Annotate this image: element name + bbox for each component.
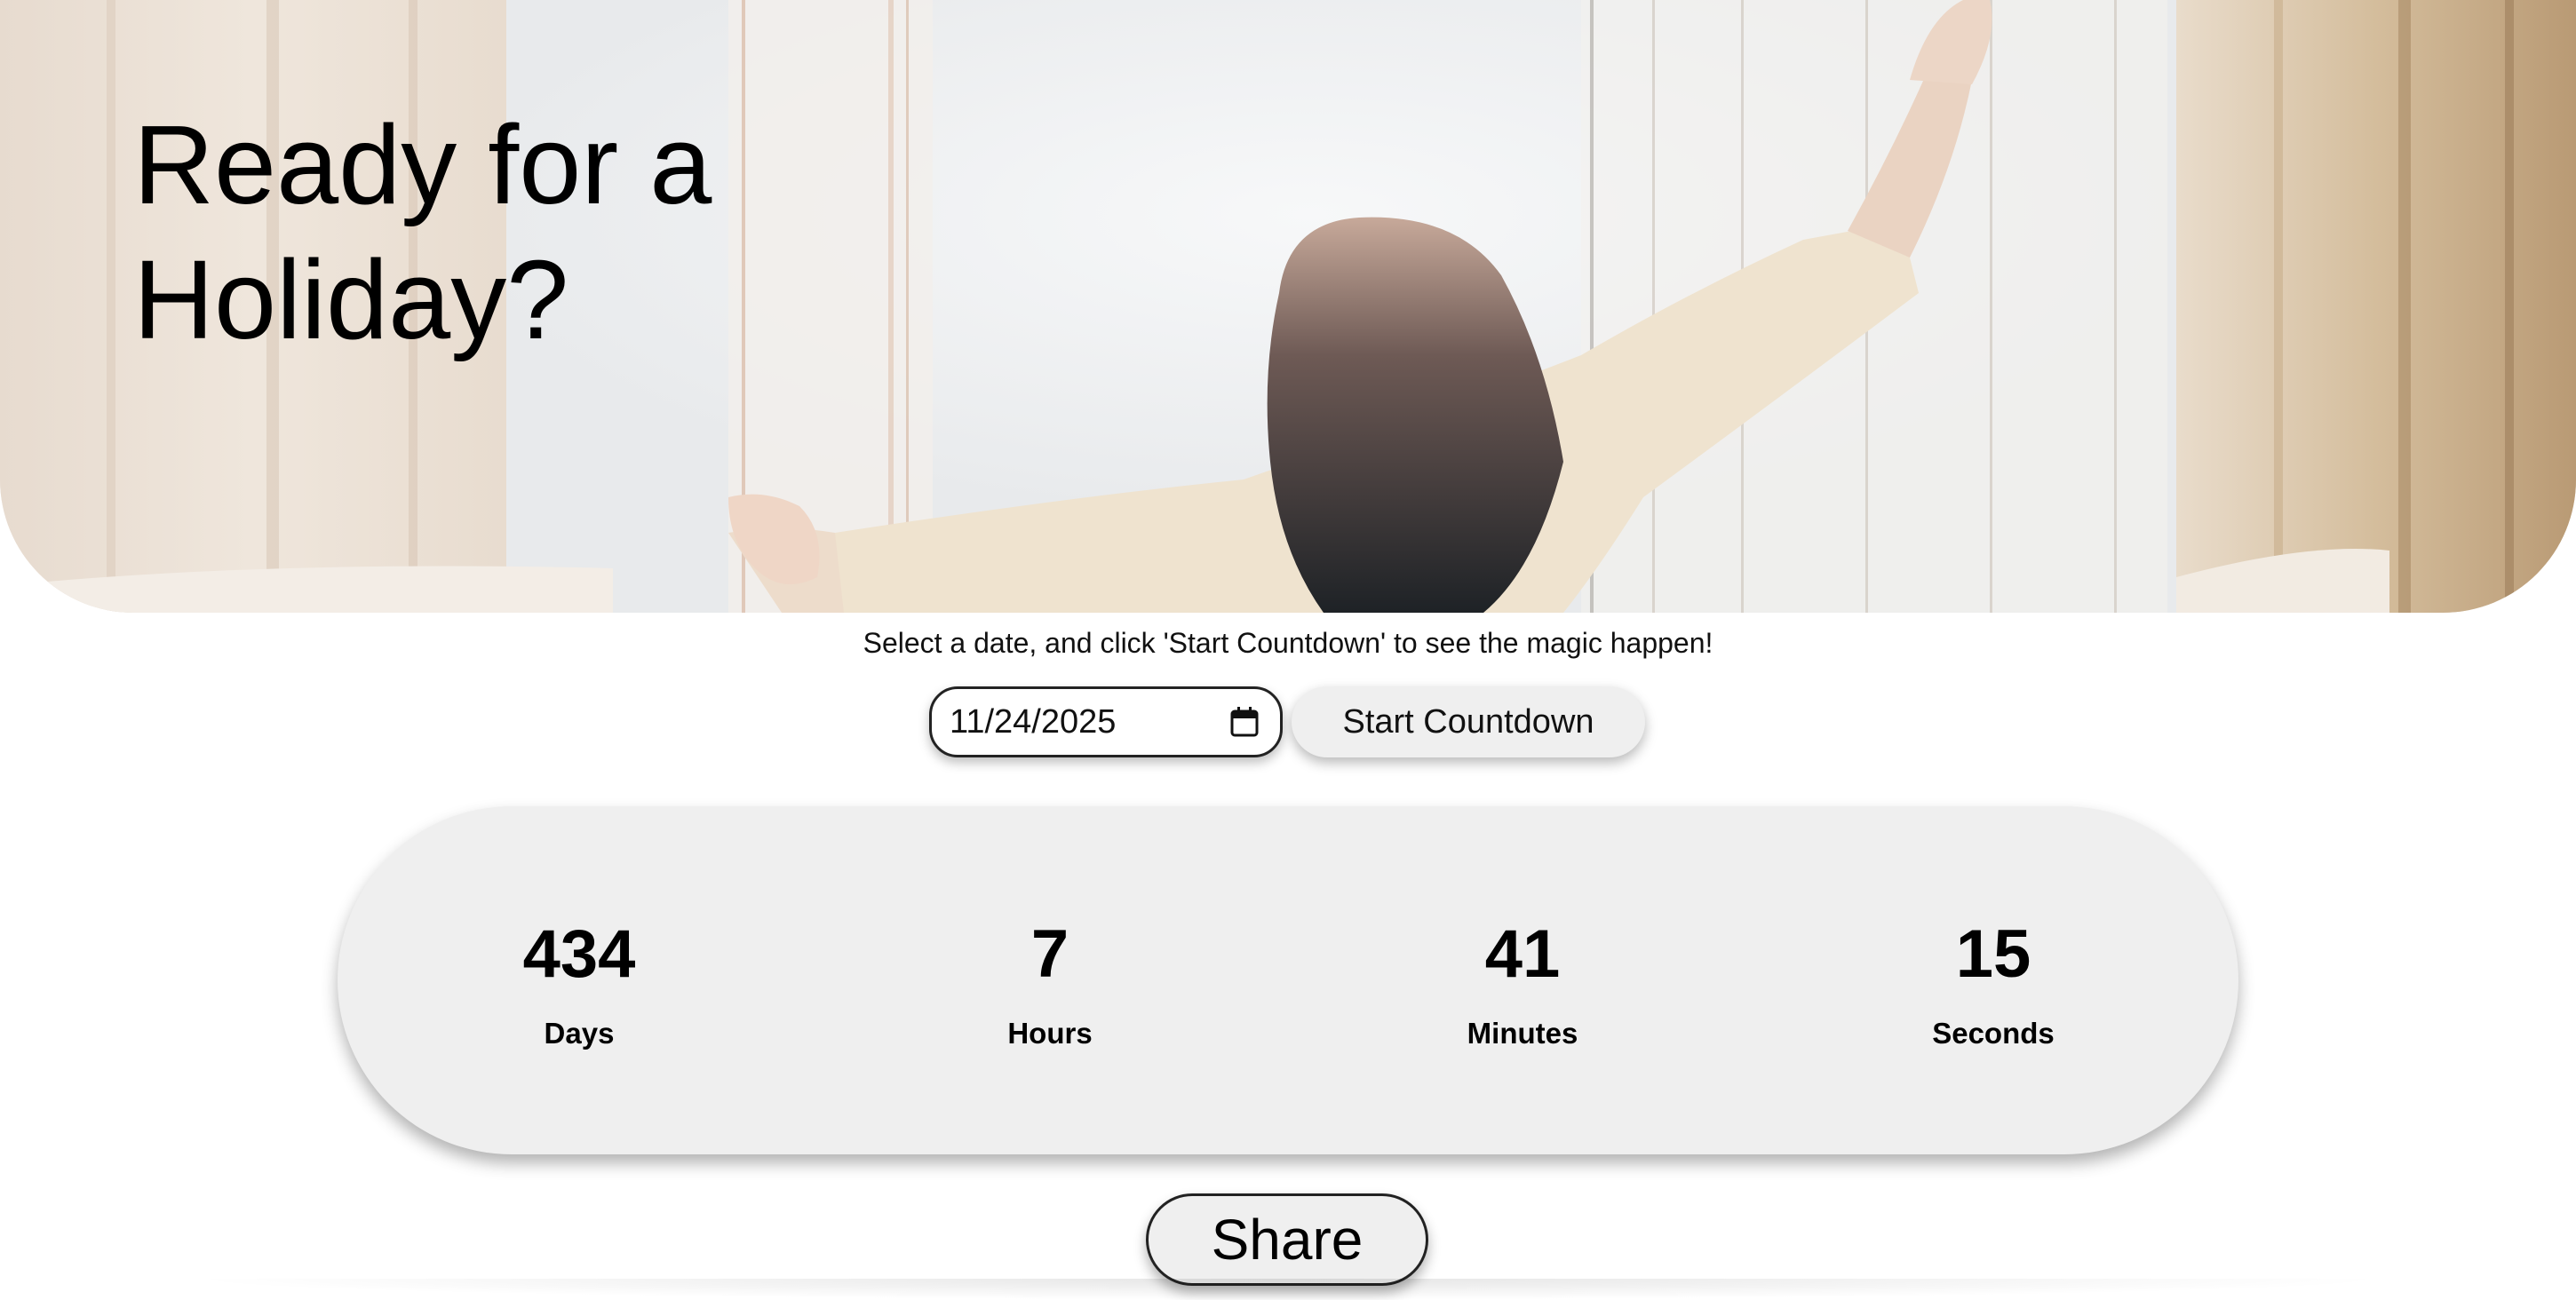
minutes-value: 41 (1484, 916, 1561, 992)
hours-label: Hours (1007, 1017, 1093, 1050)
hero-banner: Ready for a Holiday? (0, 0, 2576, 613)
days-value: 434 (522, 916, 636, 992)
seconds-value: 15 (1955, 916, 2031, 992)
hours-value: 7 (1030, 916, 1069, 992)
date-input[interactable]: 11/24/2025 (929, 686, 1283, 757)
calendar-icon[interactable] (1230, 707, 1259, 737)
date-value[interactable]: 11/24/2025 (950, 703, 1230, 741)
seconds-label: Seconds (1932, 1017, 2055, 1050)
minutes-label: Minutes (1467, 1017, 1578, 1050)
start-countdown-button[interactable]: Start Countdown (1292, 686, 1645, 757)
bottom-shadow (178, 1279, 2398, 1300)
hero-title: Ready for a Holiday? (133, 102, 712, 362)
instruction-text: Select a date, and click 'Start Countdow… (863, 627, 1713, 659)
countdown-panel: 434 Days 7 Hours 41 Minutes 15 Seconds (338, 806, 2238, 1154)
share-button[interactable]: Share (1146, 1193, 1428, 1286)
days-label: Days (544, 1017, 615, 1050)
